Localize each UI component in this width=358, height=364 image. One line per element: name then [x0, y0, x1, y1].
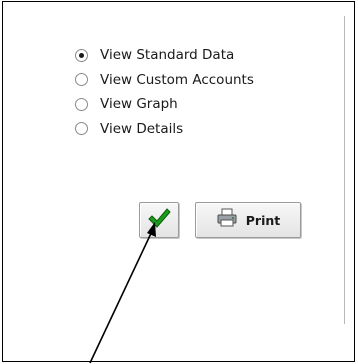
radio-button[interactable]	[75, 97, 88, 111]
option-label: View Standard Data	[100, 47, 235, 64]
print-label: Print	[245, 212, 281, 228]
ok-button[interactable]	[139, 202, 179, 238]
radio-button[interactable]	[75, 48, 88, 62]
radio-button[interactable]	[75, 122, 88, 136]
option-label: View Graph	[100, 96, 178, 113]
option-view-custom-accounts[interactable]: View Custom Accounts	[75, 68, 254, 93]
option-label: View Details	[100, 120, 184, 137]
checkmark-icon	[147, 207, 171, 233]
option-label: View Custom Accounts	[100, 71, 254, 88]
radio-button[interactable]	[75, 73, 88, 87]
divider	[344, 16, 345, 324]
option-view-details[interactable]: View Details	[75, 117, 254, 142]
view-options-radio-group: View Standard Data View Custom Accounts …	[75, 43, 254, 141]
option-view-graph[interactable]: View Graph	[75, 92, 254, 117]
print-button[interactable]: Print	[195, 202, 301, 238]
option-view-standard-data[interactable]: View Standard Data	[75, 43, 254, 68]
printer-icon	[216, 208, 238, 232]
